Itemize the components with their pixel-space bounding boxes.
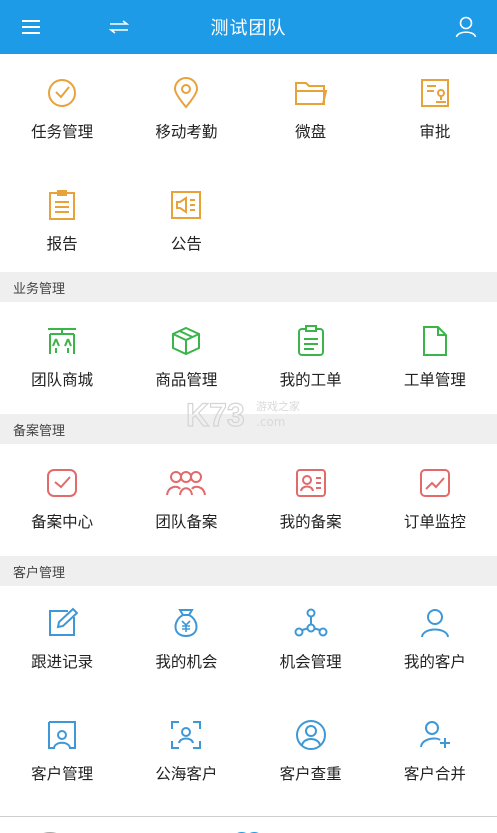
- tab-messages[interactable]: [128, 825, 168, 833]
- watermark-brand: K73: [186, 397, 245, 432]
- grid-item-team-mall[interactable]: 团队商城: [0, 302, 124, 414]
- menu-button[interactable]: [6, 0, 56, 54]
- grid-item-label: 订单监控: [403, 513, 466, 531]
- grid-item-my-customers[interactable]: 我的客户: [373, 586, 497, 692]
- check-box-icon: [45, 466, 79, 500]
- grid-item-filing-center[interactable]: 备案中心: [0, 444, 124, 554]
- swap-arrows-icon: [109, 20, 129, 34]
- customer-grid: 跟进记录 我的机会 机会管理 我的客户 客户管理 公海客户 客户查重 客户合并: [0, 586, 497, 816]
- tab-home-icon: [43, 832, 57, 833]
- group-icon: [164, 466, 208, 500]
- grid-item-ticket-management[interactable]: 工单管理: [373, 302, 497, 414]
- grid-item-approval[interactable]: 审批: [373, 54, 497, 162]
- grid-item-cloud-disk[interactable]: 微盘: [249, 54, 373, 162]
- person-circle-icon: [294, 718, 328, 752]
- grid-item-label: 任务管理: [31, 123, 94, 141]
- grid-item-label: 团队商城: [31, 371, 94, 389]
- person-icon: [418, 606, 452, 640]
- tab-profile-icon: [426, 828, 466, 833]
- tab-workbench-icon: [237, 832, 259, 833]
- grid-item-public-pool-customers[interactable]: 公海客户: [124, 692, 248, 816]
- tab-home[interactable]: [30, 825, 70, 833]
- tab-profile[interactable]: [426, 825, 466, 833]
- shop-icon: [45, 324, 79, 358]
- grid-item-label: 我的客户: [403, 653, 466, 671]
- grid-item-label: 报告: [46, 235, 78, 253]
- grid-item-label: 客户查重: [279, 765, 342, 783]
- ticket-list-icon: [294, 324, 328, 358]
- clock-check-icon: [45, 76, 79, 110]
- grid-item-label: 移动考勤: [155, 123, 218, 141]
- watermark-domain: .com: [256, 415, 285, 429]
- grid-item-my-filing[interactable]: 我的备案: [249, 444, 373, 554]
- person-frame-icon: [45, 718, 79, 752]
- grid-item-team-filing[interactable]: 团队备案: [124, 444, 248, 554]
- grid-item-label: 客户合并: [403, 765, 466, 783]
- bottom-tab-bar: [0, 816, 497, 833]
- grid-item-label: 团队备案: [155, 513, 218, 531]
- grid-item-label: 公告: [170, 235, 202, 253]
- top-app-grid: 任务管理 移动考勤 微盘 审批 报告 公告: [0, 54, 497, 272]
- tab-messages-icon: [128, 828, 168, 833]
- grid-item-report[interactable]: 报告: [0, 162, 124, 272]
- grid-item-label: 备案中心: [31, 513, 94, 531]
- scan-person-icon: [169, 718, 203, 752]
- grid-item-customer-merge[interactable]: 客户合并: [373, 692, 497, 816]
- top-bar: 测试团队: [0, 0, 497, 54]
- grid-item-opportunity-management[interactable]: 机会管理: [249, 586, 373, 692]
- document-icon: [418, 324, 452, 358]
- location-pin-icon: [169, 76, 203, 110]
- switch-team-button[interactable]: [94, 0, 144, 54]
- package-box-icon: [169, 324, 203, 358]
- grid-item-customer-duplicate-check[interactable]: 客户查重: [249, 692, 373, 816]
- watermark: K73 游戏之家 .com: [185, 396, 316, 433]
- profile-button[interactable]: [441, 0, 491, 54]
- tab-contacts[interactable]: [326, 825, 366, 833]
- folder-icon: [294, 76, 328, 110]
- grid-item-label: 客户管理: [31, 765, 94, 783]
- tab-workbench[interactable]: [228, 825, 268, 833]
- grid-item-announcement[interactable]: 公告: [124, 162, 248, 272]
- trend-chart-icon: [418, 466, 452, 500]
- money-bag-icon: [169, 606, 203, 640]
- grid-item-label: 商品管理: [155, 371, 218, 389]
- grid-item-label: 公海客户: [155, 765, 218, 783]
- grid-item-label: 我的备案: [279, 513, 342, 531]
- grid-item-follow-up-records[interactable]: 跟进记录: [0, 586, 124, 692]
- filing-grid: 备案中心 团队备案 我的备案 订单监控: [0, 444, 497, 554]
- network-nodes-icon: [294, 606, 328, 640]
- grid-item-order-monitoring[interactable]: 订单监控: [373, 444, 497, 554]
- grid-item-label: 我的机会: [155, 653, 218, 671]
- grid-item-label: 跟进记录: [31, 653, 94, 671]
- grid-item-label: 审批: [419, 123, 451, 141]
- grid-item-label: 我的工单: [279, 371, 342, 389]
- grid-item-mobile-attendance[interactable]: 移动考勤: [124, 54, 248, 162]
- tab-contacts-icon: [326, 828, 366, 833]
- section-header-business: 业务管理: [0, 272, 497, 302]
- grid-item-customer-management[interactable]: 客户管理: [0, 692, 124, 816]
- grid-item-label: 机会管理: [279, 653, 342, 671]
- watermark-text: 游戏之家: [256, 399, 300, 413]
- add-person-icon: [418, 718, 452, 752]
- section-header-customer: 客户管理: [0, 556, 497, 586]
- clipboard-icon: [45, 188, 79, 222]
- hamburger-icon: [22, 20, 40, 34]
- id-card-icon: [294, 466, 328, 500]
- grid-item-my-opportunities[interactable]: 我的机会: [124, 586, 248, 692]
- user-icon: [455, 16, 477, 38]
- approval-stamp-icon: [418, 76, 452, 110]
- edit-icon: [45, 606, 79, 640]
- grid-item-label: 工单管理: [403, 371, 466, 389]
- grid-item-label: 微盘: [295, 123, 327, 141]
- grid-item-task-management[interactable]: 任务管理: [0, 54, 124, 162]
- page-title: 测试团队: [210, 18, 287, 39]
- megaphone-icon: [169, 188, 203, 222]
